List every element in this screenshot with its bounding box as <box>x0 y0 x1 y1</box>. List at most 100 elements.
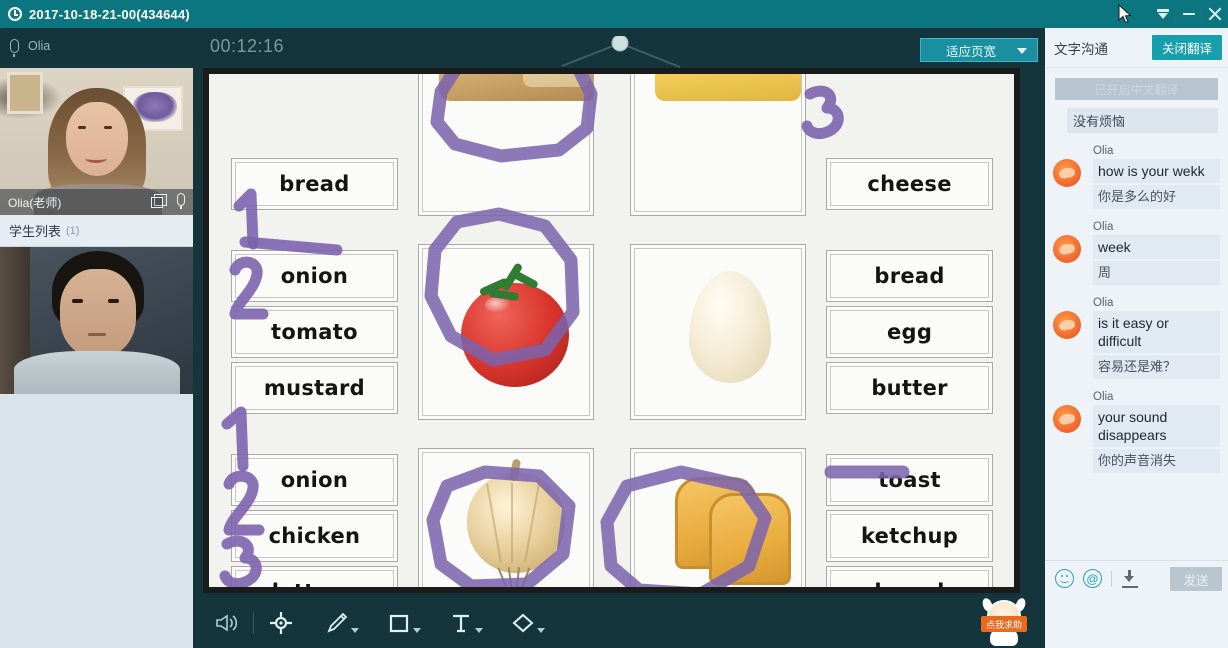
teacher-video-actions <box>151 193 185 209</box>
message-text-en: how is your wekk <box>1093 159 1220 183</box>
emoji-icon[interactable] <box>1055 569 1074 588</box>
clock-icon <box>8 7 22 21</box>
word-box-cheese[interactable]: cheese <box>826 158 993 210</box>
pointer-button[interactable] <box>260 603 302 643</box>
app-window: 2017-10-18-21-00(434644) Olia 00:12:16 适… <box>0 0 1228 648</box>
student-eye-right <box>108 299 119 303</box>
student-list-header[interactable]: 学生列表 (1) <box>0 215 193 247</box>
whiteboard-area: bread cheese onion tomato mustard bread … <box>193 68 1221 648</box>
wall-frame-decor <box>7 72 43 114</box>
student-list-title: 学生列表 <box>9 224 62 239</box>
mic-status: Olia <box>10 39 51 57</box>
chat-system-line: 没有烦恼 <box>1067 108 1218 133</box>
volume-button[interactable] <box>205 603 247 643</box>
chat-message-list[interactable]: 已开启中文翻译 没有烦恼 Olia how is your wekk 你是多么的… <box>1045 68 1228 558</box>
teacher-eye-left <box>78 126 86 129</box>
student-video-tile[interactable] <box>0 247 193 394</box>
word-box-lettuce[interactable]: lettuce <box>231 566 398 587</box>
picture-box-tomato[interactable] <box>417 244 594 420</box>
chat-message: Olia how is your wekk 你是多么的好 <box>1053 145 1220 209</box>
word-box-butter[interactable]: butter <box>826 362 993 414</box>
word-box-mustard[interactable]: mustard <box>231 362 398 414</box>
word-box-toast[interactable]: toast <box>826 454 993 506</box>
word-box-chicken[interactable]: chicken <box>231 510 398 562</box>
message-text-zh: 容易还是难？ <box>1093 355 1220 379</box>
student-mouth <box>88 333 106 336</box>
shape-button[interactable] <box>378 603 421 643</box>
chat-input-tools: @ <box>1055 569 1139 588</box>
message-text-en: week <box>1093 235 1220 259</box>
bread-illustration <box>438 74 593 101</box>
eraser-icon <box>512 613 534 633</box>
teacher-video-tile[interactable]: Olia(老师) <box>0 68 193 215</box>
word-box-bread[interactable]: bread <box>231 158 398 210</box>
message-sender: Olia <box>1093 145 1114 157</box>
collapse-button[interactable] <box>1150 0 1176 28</box>
window-controls <box>1150 0 1228 28</box>
fit-page-width-label: 适应页宽 <box>945 44 996 59</box>
student-shirt <box>14 351 180 394</box>
onion-lines <box>467 473 565 573</box>
eraser-button[interactable] <box>502 603 545 643</box>
minimize-icon <box>1183 13 1195 15</box>
close-button[interactable] <box>1202 0 1228 28</box>
picture-box-cheese[interactable] <box>630 74 807 216</box>
chat-panel: 文字沟通 关闭翻译 已开启中文翻译 没有烦恼 Olia how is your … <box>1045 28 1228 648</box>
help-mascot-button[interactable]: 点我求助 <box>980 596 1028 646</box>
sidebar: Olia(老师) 学生列表 (1) <box>0 68 193 648</box>
microphone-icon[interactable] <box>177 193 185 209</box>
drawing-toolbar: 点我求助 <box>193 596 1045 648</box>
word-column: onion tomato mustard <box>231 244 398 420</box>
minimize-button[interactable] <box>1176 0 1202 28</box>
volume-icon <box>216 614 237 632</box>
chat-header: 文字沟通 关闭翻译 <box>1045 28 1228 68</box>
chat-message: Olia week 周 <box>1053 221 1220 285</box>
word-box-onion[interactable]: onion <box>231 250 398 302</box>
whiteboard-page[interactable]: bread cheese onion tomato mustard bread … <box>209 74 1014 587</box>
picture-box-onion[interactable] <box>417 448 594 587</box>
picture-box-egg[interactable] <box>630 244 807 420</box>
pencil-icon <box>327 612 348 633</box>
worksheet-row: bread cheese <box>231 74 993 216</box>
collapse-arrow-icon <box>1157 8 1169 20</box>
fit-page-width-dropdown[interactable]: 适应页宽 <box>920 38 1038 62</box>
whiteboard-frame: bread cheese onion tomato mustard bread … <box>203 68 1020 593</box>
message-text-zh: 你是多么的好 <box>1093 185 1220 209</box>
message-text-zh: 周 <box>1093 261 1220 285</box>
word-box-egg[interactable]: egg <box>826 306 993 358</box>
square-icon <box>389 614 409 633</box>
mascot-help-label: 点我求助 <box>981 616 1027 632</box>
page-slider-handle[interactable] <box>560 36 690 68</box>
chat-title: 文字沟通 <box>1054 41 1108 57</box>
toast-slice-front <box>709 493 792 585</box>
word-box-ketchup[interactable]: ketchup <box>826 510 993 562</box>
tomato-leaf <box>478 262 545 302</box>
text-button[interactable] <box>440 603 483 643</box>
word-box-tomato[interactable]: tomato <box>231 306 398 358</box>
picture-box-bread[interactable] <box>417 74 594 216</box>
sidebar-empty-area <box>0 394 193 648</box>
student-face <box>60 269 136 357</box>
chevron-down-icon[interactable] <box>537 628 545 633</box>
word-box-bread[interactable]: bread <box>826 250 993 302</box>
message-text-en: is it easy or difficult <box>1093 311 1220 353</box>
message-text-zh: 你的声音消失 <box>1093 449 1220 473</box>
teacher-eye-right <box>104 126 112 129</box>
chevron-down-icon[interactable] <box>475 628 483 633</box>
word-column: toast ketchup bread <box>826 448 993 587</box>
mic-user-label: Olia <box>28 39 51 53</box>
worksheet-row: onion tomato mustard bread egg butter <box>231 244 993 420</box>
chevron-down-icon[interactable] <box>351 628 359 633</box>
send-button[interactable]: 发送 <box>1170 567 1222 591</box>
word-box-bread[interactable]: bread <box>826 566 993 587</box>
pencil-button[interactable] <box>316 603 359 643</box>
popout-window-icon[interactable] <box>151 193 167 208</box>
onion-roots <box>497 566 539 587</box>
picture-box-toast[interactable] <box>630 448 807 587</box>
download-icon[interactable] <box>1121 569 1139 588</box>
mention-icon[interactable]: @ <box>1083 569 1102 588</box>
chevron-down-icon[interactable] <box>413 628 421 633</box>
word-box-onion[interactable]: onion <box>231 454 398 506</box>
toggle-translation-button[interactable]: 关闭翻译 <box>1151 35 1222 60</box>
toolbar-divider <box>253 612 254 634</box>
